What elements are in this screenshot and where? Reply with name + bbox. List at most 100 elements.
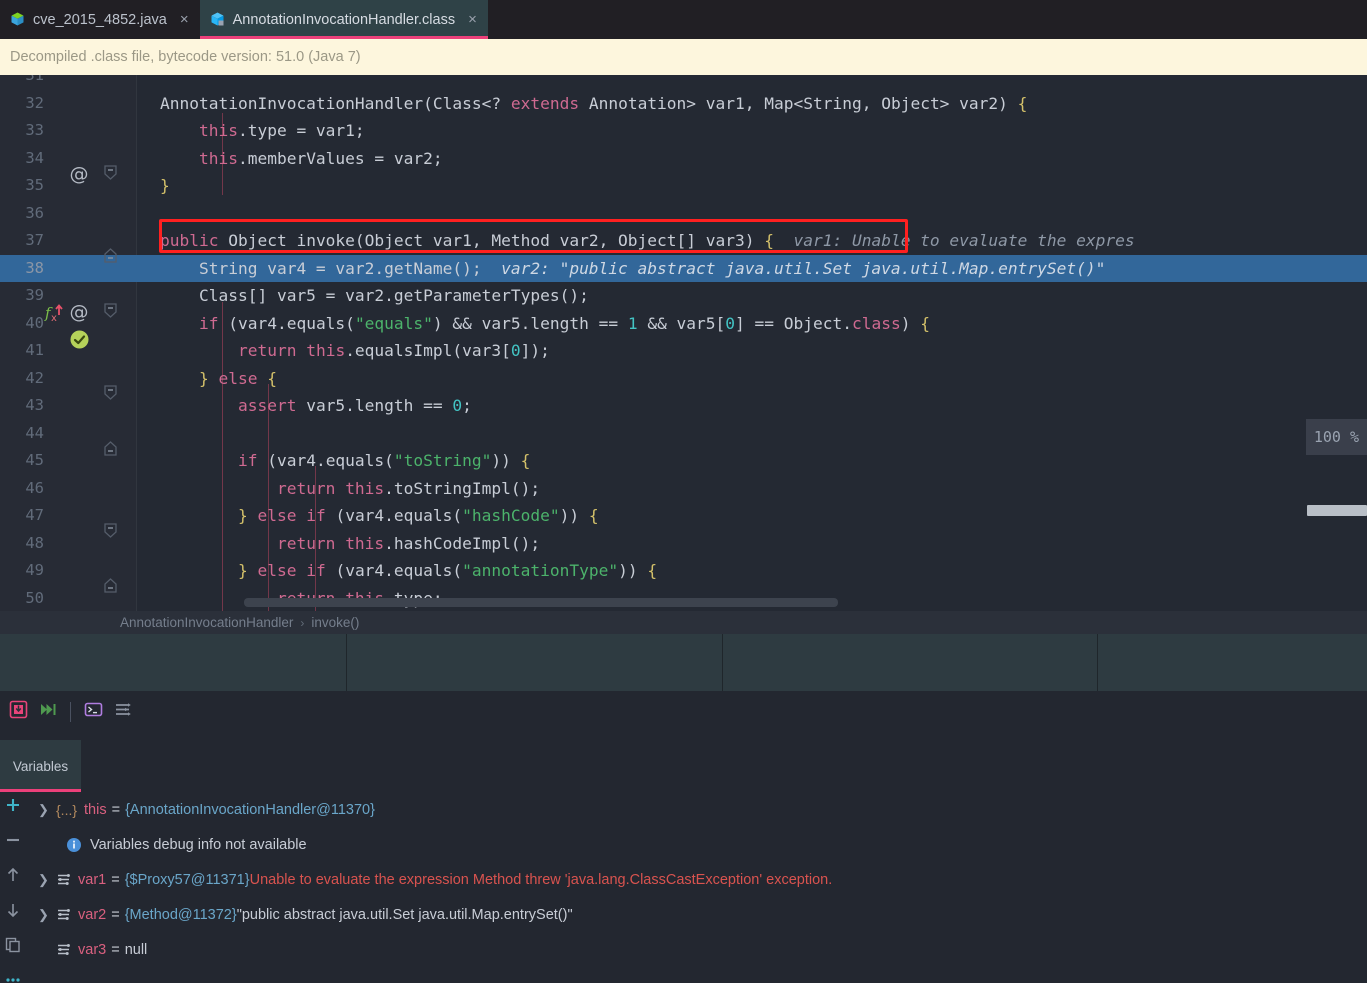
breadcrumb-class[interactable]: AnnotationInvocationHandler	[120, 615, 293, 630]
variables-info-row[interactable]: Variables debug info not available	[26, 827, 307, 862]
line-content: } else if (var4.equals("annotationType")…	[237, 561, 658, 580]
run-to-cursor-button[interactable]	[33, 697, 63, 727]
remove-watch-button[interactable]	[0, 827, 26, 853]
variable-name: var2	[78, 906, 107, 923]
more-options-button[interactable]	[0, 967, 26, 983]
close-icon[interactable]: ×	[468, 12, 477, 27]
plus-icon	[7, 799, 19, 811]
variable-value: {AnnotationInvocationHandler@11370}	[125, 801, 375, 818]
code-line[interactable]: 45 if (var4.equals("toString")) {	[0, 447, 1367, 475]
zoom-level-label: 100 %	[1313, 428, 1359, 446]
tab-variables-label: Variables	[12, 758, 69, 774]
ide-window: cve_2015_4852.java × AnnotationInvocatio…	[0, 0, 1367, 983]
line-content: } else {	[198, 368, 277, 388]
editor-zoom-indicator: 100 %	[1305, 419, 1367, 455]
code-line[interactable]: 36	[0, 200, 1367, 228]
code-editor[interactable]: 31 32 AnnotationInvocationHandler(Class<? …	[0, 75, 1367, 611]
object-badge-icon: {...}	[56, 801, 78, 818]
add-watch-button[interactable]	[0, 792, 26, 818]
code-line[interactable]: 42 } else {	[0, 365, 1367, 393]
fold-collapse-icon[interactable]	[104, 165, 117, 180]
line-number: 43	[25, 396, 44, 414]
horizontal-scrollbar[interactable]	[137, 598, 1357, 607]
variable-name: this	[84, 801, 107, 818]
line-content: this.type = var1;	[198, 121, 365, 140]
evaluate-expression-button[interactable]	[78, 697, 108, 727]
force-step-into-button[interactable]	[3, 697, 33, 727]
ellipsis-icon	[6, 978, 20, 982]
fold-expand-icon[interactable]	[104, 248, 117, 263]
method-override-icon[interactable]: f x	[44, 301, 68, 328]
minus-icon	[7, 838, 19, 842]
code-line[interactable]: 35}	[0, 172, 1367, 200]
code-line[interactable]: 43 assert var5.length == 0;	[0, 392, 1367, 420]
code-line[interactable]: 40 if (var4.equals("equals") && var5.len…	[0, 310, 1367, 338]
line-content: String var4 = var2.getName(); var2: "pub…	[160, 258, 1106, 278]
frames-column[interactable]	[723, 634, 1098, 691]
run-to-cursor-icon	[39, 700, 58, 724]
code-line[interactable]: 31	[0, 75, 1367, 90]
fold-collapse-icon[interactable]	[104, 523, 117, 538]
code-line[interactable]: 47 } else if (var4.equals("hashCode")) {	[0, 502, 1367, 530]
editor-tab-bar: cve_2015_4852.java × AnnotationInvocatio…	[0, 0, 1367, 39]
frames-column[interactable]	[347, 634, 723, 691]
fold-expand-icon[interactable]	[104, 578, 117, 593]
code-line[interactable]: 32 AnnotationInvocationHandler(Class<? ex…	[0, 90, 1367, 118]
copy-value-button[interactable]	[0, 932, 26, 958]
code-line[interactable]: 34 this.memberValues = var2;	[0, 145, 1367, 173]
horizontal-scrollbar-thumb[interactable]	[244, 598, 838, 607]
toolbar-divider	[70, 701, 71, 722]
move-down-button[interactable]	[0, 897, 26, 923]
variables-side-rail	[0, 792, 26, 983]
line-content: }	[160, 176, 170, 195]
decompiled-notice-text: Decompiled .class file, bytecode version…	[10, 49, 361, 65]
code-line[interactable]: 33 this.type = var1;	[0, 117, 1367, 145]
line-number: 47	[25, 506, 44, 524]
arrow-down-icon	[7, 904, 19, 918]
variable-string-value: "public abstract java.util.Set java.util…	[236, 906, 573, 923]
fold-collapse-icon[interactable]	[104, 303, 117, 318]
variable-row[interactable]: var3 = null	[26, 932, 147, 967]
breakpoint-verified-icon[interactable]	[69, 329, 90, 355]
frames-column[interactable]	[1098, 634, 1367, 691]
close-icon[interactable]: ×	[180, 12, 189, 27]
tab-variables[interactable]: Variables	[0, 740, 81, 792]
svg-text:@: @	[70, 163, 89, 185]
code-line[interactable]: 48 return this.hashCodeImpl();	[0, 530, 1367, 558]
line-number: 32	[25, 93, 44, 112]
frames-column[interactable]	[0, 634, 347, 691]
tab-annotationinvocationhandler-class[interactable]: AnnotationInvocationHandler.class ×	[199, 0, 489, 39]
line-content: return this.toStringImpl();	[276, 478, 541, 498]
code-line[interactable]: 46 return this.toStringImpl();	[0, 475, 1367, 503]
variable-row[interactable]: ❯ var2 = {Method@11372} "public abstract ja…	[26, 897, 573, 932]
code-line[interactable]: 39 Class[] var5 = var2.getParameterTypes…	[0, 282, 1367, 310]
code-line[interactable]: 37 public Object invoke(Object var1, Meth…	[0, 227, 1367, 255]
variable-row[interactable]: ❯ {...} this = {AnnotationInvocationHandler@…	[26, 792, 375, 827]
line-content: AnnotationInvocationHandler(Class<? exte…	[160, 93, 1028, 113]
fold-collapse-icon[interactable]	[104, 385, 117, 400]
variable-error-text: Unable to evaluate the expression Method…	[249, 871, 833, 888]
breadcrumb-method[interactable]: invoke()	[311, 615, 359, 630]
expander-icon[interactable]: ❯	[38, 872, 54, 888]
vertical-scrollbar-thumb[interactable]	[1307, 505, 1367, 516]
field-badge-icon	[56, 872, 71, 887]
variable-row[interactable]: ❯ var1 = {$Proxy57@11371} Unable to evaluat…	[26, 862, 832, 897]
line-number: 49	[25, 561, 44, 579]
code-line[interactable]: 44	[0, 420, 1367, 448]
field-badge-icon	[56, 942, 71, 957]
frames-strip[interactable]	[0, 634, 1367, 691]
code-line[interactable]: 38 String var4 = var2.getName(); var2: "…	[0, 254, 1367, 282]
fold-expand-icon[interactable]	[104, 441, 117, 456]
line-number: 34	[25, 148, 44, 167]
line-number: 38	[25, 258, 44, 277]
expander-icon[interactable]: ❯	[38, 802, 54, 818]
move-up-button[interactable]	[0, 862, 26, 888]
line-number: 40	[25, 313, 44, 332]
expander-icon[interactable]: ❯	[38, 907, 54, 923]
code-line[interactable]: 41 return this.equalsImpl(var3[0]);	[0, 337, 1367, 365]
java-file-icon	[9, 11, 26, 28]
tab-cve-2015-4852-java[interactable]: cve_2015_4852.java ×	[0, 0, 200, 39]
tab-label: AnnotationInvocationHandler.class	[232, 11, 456, 28]
settings-button[interactable]	[108, 697, 138, 727]
code-line[interactable]: 49 } else if (var4.equals("annotationTyp…	[0, 557, 1367, 585]
